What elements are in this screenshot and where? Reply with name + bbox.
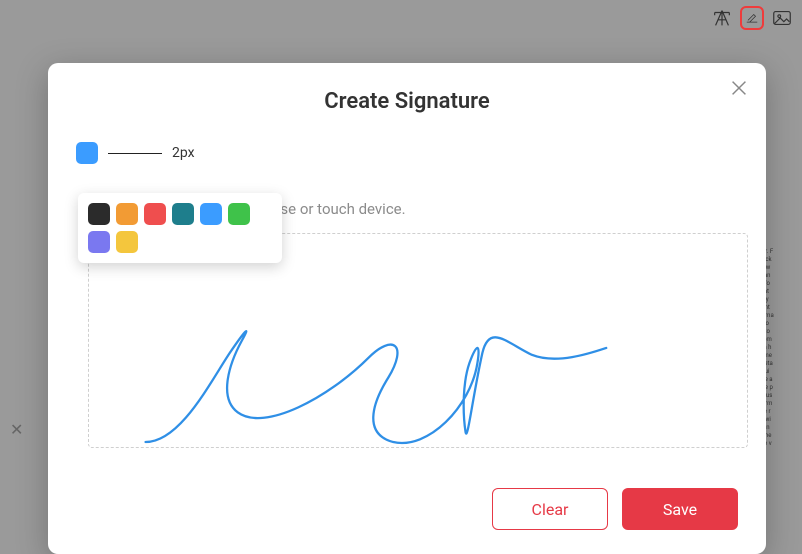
palette-color-4[interactable]: [200, 203, 222, 225]
selected-color-swatch[interactable]: [76, 142, 98, 164]
save-button[interactable]: Save: [622, 488, 738, 530]
palette-color-6[interactable]: [88, 231, 110, 253]
image-tool-button[interactable]: [770, 6, 794, 30]
background-close-x: ✕: [10, 420, 23, 439]
top-toolbar: [710, 6, 794, 30]
palette-color-3[interactable]: [172, 203, 194, 225]
close-icon: [728, 77, 750, 99]
image-tool-icon: [771, 7, 793, 29]
app-viewport: ✕ e another. Fofile attackaster, as wKit…: [0, 0, 802, 554]
palette-color-2[interactable]: [144, 203, 166, 225]
create-signature-modal: Create Signature 2px Sign with your trac…: [48, 63, 766, 554]
stroke-preview-line: [108, 153, 162, 154]
color-palette-popover: [78, 193, 282, 263]
modal-button-row: Clear Save: [492, 488, 738, 530]
text-tool-button[interactable]: [710, 6, 734, 30]
color-palette-grid: [88, 203, 272, 253]
signature-canvas[interactable]: [88, 233, 748, 448]
palette-color-5[interactable]: [228, 203, 250, 225]
modal-close-button[interactable]: [728, 77, 750, 99]
stroke-width-label: 2px: [172, 145, 195, 161]
modal-title: Create Signature: [76, 89, 738, 114]
signature-tool-button[interactable]: [740, 6, 764, 30]
sign-tool-icon: [745, 7, 759, 29]
stroke-controls: 2px: [76, 142, 738, 164]
clear-button[interactable]: Clear: [492, 488, 608, 530]
palette-color-7[interactable]: [116, 231, 138, 253]
signature-stroke: [89, 234, 747, 447]
text-tool-icon: [711, 7, 733, 29]
palette-color-0[interactable]: [88, 203, 110, 225]
palette-color-1[interactable]: [116, 203, 138, 225]
